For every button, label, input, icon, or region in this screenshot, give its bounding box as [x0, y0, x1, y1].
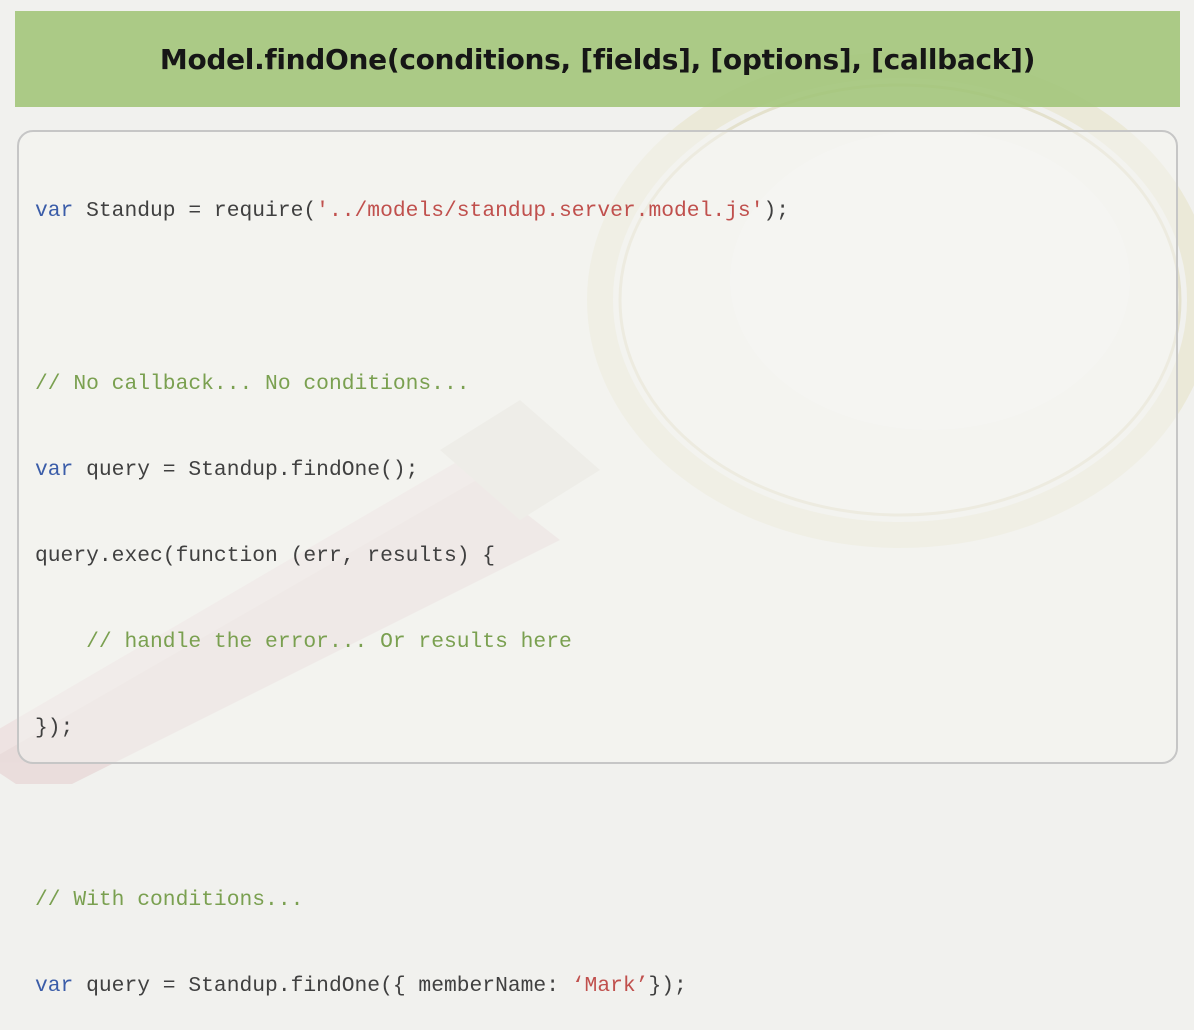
- keyword: var: [35, 199, 74, 224]
- code-block: var Standup = require('../models/standup…: [35, 140, 789, 1030]
- code-line-9: // With conditions...: [35, 886, 789, 915]
- comment: // handle the error... Or results here: [86, 629, 572, 654]
- comment: // With conditions...: [35, 888, 304, 913]
- string-literal: ‘Mark’: [571, 974, 649, 999]
- code-line-4: var query = Standup.findOne();: [35, 456, 789, 485]
- keyword: var: [35, 974, 74, 999]
- comment: // No callback... No conditions...: [35, 371, 470, 396]
- code-line-10: var query = Standup.findOne({ memberName…: [35, 972, 789, 1001]
- code-line-3: // No callback... No conditions...: [35, 370, 789, 399]
- string-literal: '../models/standup.server.model.js': [316, 199, 764, 224]
- code-text: });: [35, 715, 74, 740]
- keyword: var: [35, 457, 74, 482]
- code-line-6: // handle the error... Or results here: [35, 628, 789, 657]
- code-line-7: });: [35, 714, 789, 743]
- slide-title: Model.findOne(conditions, [fields], [opt…: [159, 42, 1036, 76]
- code-line-1: var Standup = require('../models/standup…: [35, 197, 789, 226]
- code-text: query.exec(function (err, results) {: [35, 543, 496, 568]
- code-text: Standup = require(: [73, 199, 317, 224]
- code-text: });: [648, 974, 687, 999]
- code-text: );: [763, 199, 790, 224]
- code-text: query = Standup.findOne();: [73, 457, 419, 482]
- code-text: query = Standup.findOne({ memberName:: [73, 974, 572, 999]
- title-banner: Model.findOne(conditions, [fields], [opt…: [15, 11, 1180, 107]
- code-line-5: query.exec(function (err, results) {: [35, 542, 789, 571]
